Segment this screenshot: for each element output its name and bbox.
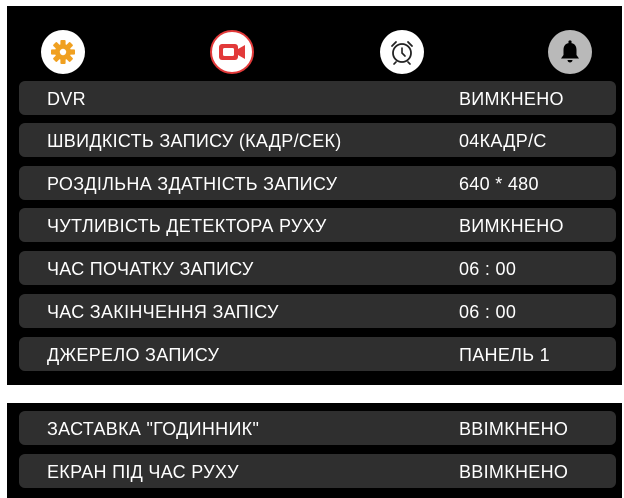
setting-value: ПАНЕЛЬ 1	[459, 345, 550, 365]
settings-row-screen-on-motion[interactable]: ЕКРАН ПІД ЧАС РУХУ ВВІМКНЕНО	[19, 454, 616, 488]
settings-row-resolution[interactable]: РОЗДІЛЬНА ЗДАТНІСТЬ ЗАПИСУ 640 * 480	[19, 166, 616, 200]
setting-label: ЗАСТАВКА "ГОДИННИК"	[47, 419, 260, 439]
setting-value: 640 * 480	[459, 174, 539, 194]
setting-value: ВИМКНЕНО	[459, 89, 564, 109]
settings-gear-icon	[51, 40, 75, 64]
setting-value: ВИМКНЕНО	[459, 216, 564, 236]
video-record-tab[interactable]	[210, 30, 254, 74]
setting-label: ДЖЕРЕЛО ЗАПИСУ	[47, 345, 220, 365]
setting-label: DVR	[47, 89, 86, 109]
screen-settings-panel: ЗАСТАВКА "ГОДИННИК" ВВІМКНЕНО ЕКРАН ПІД …	[7, 403, 622, 498]
settings-row-record-speed[interactable]: ШВИДКІСТЬ ЗАПИСУ (КАДР/СЕК) 04КАДР/С	[19, 123, 616, 157]
setting-label: ЧАС ПОЧАТКУ ЗАПИСУ	[47, 259, 254, 279]
setting-value: 06 : 00	[459, 302, 517, 322]
video-record-icon	[219, 44, 245, 60]
settings-row-start-time[interactable]: ЧАС ПОЧАТКУ ЗАПИСУ 06 : 00	[19, 251, 616, 285]
setting-value: 06 : 00	[459, 259, 517, 279]
setting-label: РОЗДІЛЬНА ЗДАТНІСТЬ ЗАПИСУ	[47, 174, 338, 194]
settings-row-record-source[interactable]: ДЖЕРЕЛО ЗАПИСУ ПАНЕЛЬ 1	[19, 337, 616, 371]
bell-icon	[561, 40, 579, 63]
settings-row-end-time[interactable]: ЧАС ЗАКІНЧЕННЯ ЗАПІСУ 06 : 00	[19, 294, 616, 328]
setting-label: ЧАС ЗАКІНЧЕННЯ ЗАПІСУ	[47, 302, 279, 322]
setting-label: ШВИДКІСТЬ ЗАПИСУ (КАДР/СЕК)	[47, 131, 342, 151]
bell-tab[interactable]	[548, 30, 592, 74]
setting-label: ЧУТЛИВІСТЬ ДЕТЕКТОРА РУХУ	[47, 216, 327, 236]
settings-row-motion-sensitivity[interactable]: ЧУТЛИВІСТЬ ДЕТЕКТОРА РУХУ ВИМКНЕНО	[19, 208, 616, 242]
settings-row-clock-screensaver[interactable]: ЗАСТАВКА "ГОДИННИК" ВВІМКНЕНО	[19, 411, 616, 445]
dvr-settings-panel: DVR ВИМКНЕНО ШВИДКІСТЬ ЗАПИСУ (КАДР/СЕК)…	[7, 6, 622, 385]
settings-row-dvr[interactable]: DVR ВИМКНЕНО	[19, 81, 616, 115]
setting-value: 04КАДР/С	[459, 131, 547, 151]
setting-label: ЕКРАН ПІД ЧАС РУХУ	[47, 462, 239, 482]
setting-value: ВВІМКНЕНО	[459, 462, 569, 482]
alarm-clock-tab[interactable]	[380, 30, 424, 74]
alarm-clock-icon	[391, 41, 413, 65]
settings-tab[interactable]	[41, 30, 85, 74]
setting-value: ВВІМКНЕНО	[459, 419, 569, 439]
